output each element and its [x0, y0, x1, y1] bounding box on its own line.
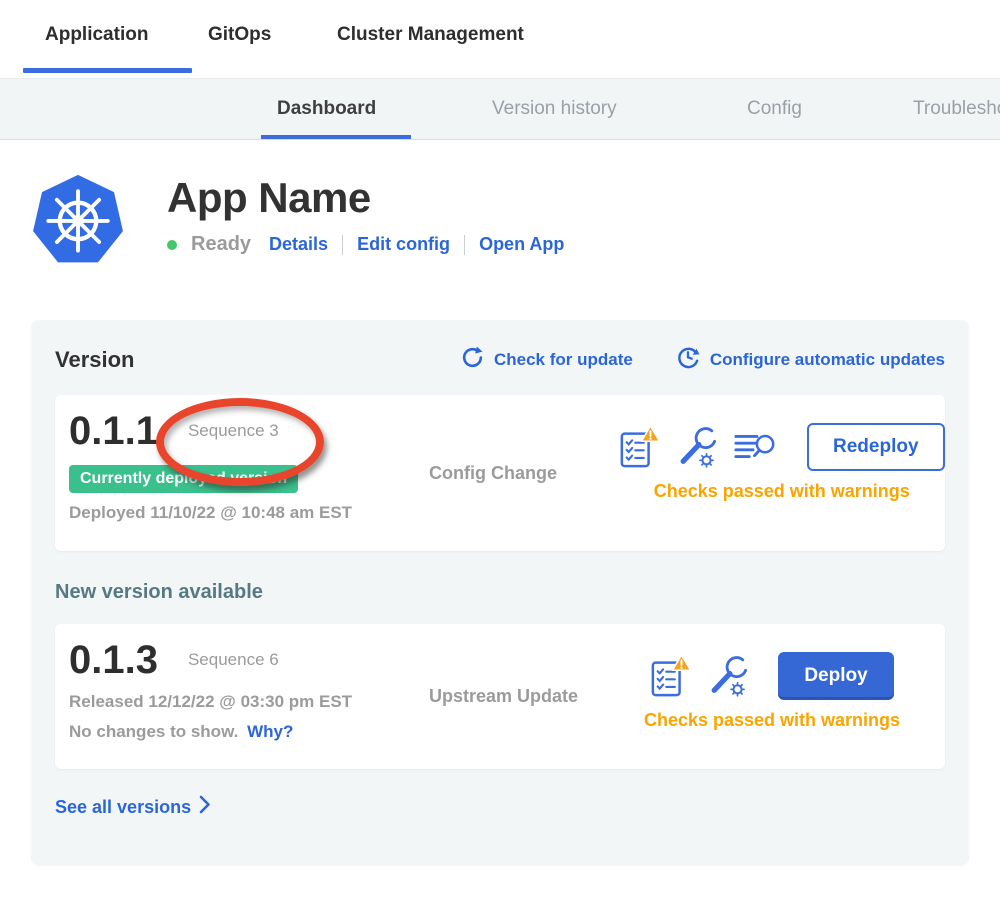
details-link[interactable]: Details: [269, 234, 328, 255]
page-title: App Name: [167, 177, 564, 219]
divider: [342, 235, 343, 255]
app-sub-nav: Dashboard Version history Config Trouble…: [0, 78, 1000, 140]
auto-update-icon: [675, 344, 701, 375]
status-dot: [167, 240, 177, 250]
active-subtab-underline: [261, 135, 411, 139]
new-version-source: Upstream Update: [429, 638, 619, 755]
tab-config[interactable]: Config: [747, 98, 802, 120]
currently-deployed-badge: Currently deployed version: [69, 465, 298, 493]
version-panel-title: Version: [55, 347, 418, 373]
current-version-source: Config Change: [429, 409, 619, 537]
preflight-checks-icon[interactable]: [619, 424, 661, 470]
no-changes-note: No changes to show.: [69, 722, 238, 741]
divider: [464, 235, 465, 255]
new-version-number: 0.1.3: [69, 638, 158, 682]
chevron-right-icon: [199, 795, 211, 819]
new-version-card: 0.1.3 Sequence 6 Released 12/12/22 @ 03:…: [55, 624, 945, 769]
app-header: App Name Ready Details Edit config Open …: [30, 171, 1000, 281]
refresh-icon: [460, 345, 485, 375]
version-panel: Version Check for update Configure autom…: [31, 320, 969, 866]
config-tools-icon[interactable]: [708, 654, 748, 698]
current-version-sequence: Sequence 3: [188, 421, 279, 441]
deployed-timestamp: Deployed 11/10/22 @ 10:48 am EST: [69, 503, 429, 523]
configure-automatic-updates-label: Configure automatic updates: [710, 350, 945, 370]
top-nav: Application GitOps Cluster Management: [0, 0, 1000, 78]
new-version-heading: New version available: [55, 581, 945, 604]
config-tools-icon[interactable]: [677, 425, 717, 469]
check-for-update-button[interactable]: Check for update: [460, 345, 633, 375]
why-link[interactable]: Why?: [247, 722, 293, 741]
tab-gitops[interactable]: GitOps: [208, 24, 271, 46]
tab-cluster-management[interactable]: Cluster Management: [337, 24, 524, 46]
open-app-link[interactable]: Open App: [479, 234, 564, 255]
new-version-checks-status: Checks passed with warnings: [644, 710, 900, 731]
released-timestamp: Released 12/12/22 @ 03:30 pm EST: [69, 692, 429, 712]
current-version-number: 0.1.1: [69, 409, 158, 453]
kubernetes-logo-icon: [30, 171, 126, 272]
see-all-versions-label: See all versions: [55, 797, 191, 818]
tab-version-history[interactable]: Version history: [492, 98, 617, 120]
redeploy-button[interactable]: Redeploy: [807, 423, 945, 471]
version-diff-icon[interactable]: [733, 429, 777, 465]
check-for-update-label: Check for update: [494, 350, 633, 370]
preflight-checks-icon[interactable]: [650, 653, 692, 699]
current-version-card: 0.1.1 Sequence 3 Currently deployed vers…: [55, 395, 945, 551]
tab-application[interactable]: Application: [45, 24, 148, 46]
active-tab-underline: [23, 68, 192, 73]
tab-troubleshoot[interactable]: Troubleshoot: [913, 98, 1000, 120]
edit-config-link[interactable]: Edit config: [357, 234, 450, 255]
current-version-checks-status: Checks passed with warnings: [654, 481, 910, 502]
configure-automatic-updates-button[interactable]: Configure automatic updates: [675, 344, 945, 375]
new-version-sequence: Sequence 6: [188, 650, 279, 670]
tab-dashboard[interactable]: Dashboard: [277, 98, 376, 120]
deploy-button[interactable]: Deploy: [778, 652, 893, 700]
status-badge: Ready: [191, 233, 251, 256]
see-all-versions-link[interactable]: See all versions: [55, 795, 211, 819]
